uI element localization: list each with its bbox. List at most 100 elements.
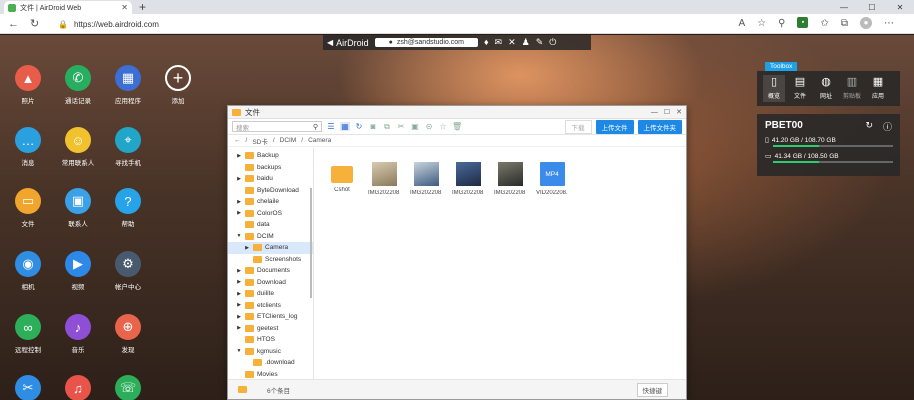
app-8[interactable]: ▭ 文件 bbox=[3, 188, 53, 228]
app-7[interactable]: ⌖ 寻找手机 bbox=[103, 127, 153, 167]
read-aloud-icon[interactable]: A bbox=[739, 17, 746, 31]
mail-icon[interactable]: ✉ bbox=[495, 37, 503, 48]
app-13[interactable]: ⚙ 帐户中心 bbox=[103, 251, 153, 291]
minimize-button[interactable]: — bbox=[830, 0, 858, 14]
tree-expand-icon[interactable]: ▶ bbox=[236, 176, 242, 182]
file-item[interactable]: IMG202208... bbox=[452, 162, 484, 367]
toolbox-item-5[interactable]: ▦ 应用 bbox=[867, 75, 889, 102]
tools-icon[interactable]: ✕ bbox=[508, 37, 516, 48]
rename-icon[interactable]: ⊝ bbox=[424, 122, 434, 131]
file-item[interactable]: IMG202208... bbox=[368, 162, 400, 367]
address-bar[interactable]: 🔒 https://web.airdroid.com bbox=[58, 17, 718, 31]
breadcrumb-item[interactable]: Camera bbox=[308, 137, 331, 144]
tree-expand-icon[interactable]: ▶ bbox=[236, 268, 242, 274]
extension-icon[interactable]: ⚲ bbox=[778, 17, 785, 31]
tree-expand-icon[interactable]: ▶ bbox=[236, 325, 242, 331]
favorite-icon[interactable]: ☆ bbox=[438, 122, 448, 131]
notification-bell-icon[interactable]: ♟ bbox=[522, 37, 530, 48]
toolbox-item-3[interactable]: ◍ 网址 bbox=[815, 75, 837, 102]
shirt-icon[interactable]: ♦ bbox=[484, 37, 489, 48]
tree-item[interactable]: HTOS bbox=[228, 334, 313, 346]
copy-icon[interactable]: ⧉ bbox=[382, 122, 392, 132]
tree-item[interactable]: ▶ ColorOS bbox=[228, 208, 313, 220]
close-window-icon[interactable]: ✕ bbox=[676, 108, 682, 116]
toolbox-item-4[interactable]: ▥ 剪贴板 bbox=[841, 75, 863, 102]
file-search-input[interactable]: 搜索 ⚲ bbox=[232, 121, 322, 132]
upload-folder-button[interactable]: 上传文件夹 bbox=[637, 119, 682, 134]
cut-icon[interactable]: ✂ bbox=[396, 122, 406, 131]
app-12[interactable]: ▶ 视频 bbox=[53, 251, 103, 291]
maximize-window-icon[interactable]: ☐ bbox=[664, 108, 670, 116]
file-item[interactable]: IMG202208... bbox=[410, 162, 442, 367]
tree-scrollbar[interactable] bbox=[310, 188, 312, 298]
tree-expand-icon[interactable]: ▶ bbox=[236, 314, 242, 320]
tree-item[interactable]: ▶ baidu bbox=[228, 173, 313, 185]
browser-tab[interactable]: 文件 | AirDroid Web ✕ bbox=[4, 1, 132, 14]
airdroid-extension-icon[interactable]: ▪ bbox=[797, 17, 809, 28]
grid-view-icon[interactable]: ▦ bbox=[340, 122, 350, 131]
tree-item[interactable]: ▶ duilite bbox=[228, 288, 313, 300]
app-3[interactable]: ▦ 应用程序 bbox=[103, 65, 153, 105]
tree-item[interactable]: ▶ geetest bbox=[228, 323, 313, 335]
camera-icon[interactable]: ◙ bbox=[368, 122, 378, 131]
tree-expand-icon[interactable]: ▶ bbox=[236, 279, 242, 285]
breadcrumb-item[interactable]: DCIM bbox=[280, 137, 297, 144]
tree-expand-icon[interactable]: ▶ bbox=[236, 302, 242, 308]
app-19[interactable]: ☏ bbox=[103, 375, 153, 400]
app-11[interactable]: ◉ 相机 bbox=[3, 251, 53, 291]
tab-close-icon[interactable]: ✕ bbox=[121, 3, 128, 12]
tree-expand-icon[interactable]: ▼ bbox=[236, 233, 242, 239]
tree-item[interactable]: ▶ chelaile bbox=[228, 196, 313, 208]
app-15[interactable]: ♪ 音乐 bbox=[53, 314, 103, 354]
favorite-star-icon[interactable]: ☆ bbox=[757, 17, 766, 31]
back-icon[interactable]: ← bbox=[8, 17, 19, 31]
tree-expand-icon[interactable]: ▶ bbox=[236, 199, 242, 205]
new-tab-button[interactable]: + bbox=[139, 0, 146, 14]
collections-icon[interactable]: ⧉ bbox=[841, 17, 848, 31]
reload-icon[interactable]: ↻ bbox=[30, 17, 39, 31]
tree-item[interactable]: .download bbox=[228, 357, 313, 369]
favorites-icon[interactable]: ✩ bbox=[820, 17, 828, 31]
toolbox-item-1[interactable]: ▯ 概览 bbox=[763, 75, 785, 102]
tree-item[interactable]: ▼ kgmusic bbox=[228, 346, 313, 358]
download-button[interactable]: 下载 bbox=[564, 119, 592, 134]
paste-icon[interactable]: ▣ bbox=[410, 122, 420, 131]
app-6[interactable]: ☺ 常用联系人 bbox=[53, 127, 103, 167]
app-16[interactable]: ⊕ 发现 bbox=[103, 314, 153, 354]
window-titlebar[interactable]: 文件 — ☐ ✕ bbox=[228, 106, 686, 119]
delete-icon[interactable]: 🗑 bbox=[452, 122, 462, 131]
app-1[interactable]: ▲ 照片 bbox=[3, 65, 53, 105]
file-item[interactable]: MP4 VID202208... bbox=[536, 162, 568, 367]
shortcut-button[interactable]: 快捷键 bbox=[636, 382, 668, 397]
app-18[interactable]: ♫ bbox=[53, 375, 103, 400]
toolbox-item-2[interactable]: ▤ 文件 bbox=[789, 75, 811, 102]
profile-avatar[interactable]: ● bbox=[860, 17, 872, 29]
tree-item[interactable]: ▶ etclients bbox=[228, 300, 313, 312]
tree-item[interactable]: data bbox=[228, 219, 313, 231]
tree-expand-icon[interactable]: ▶ bbox=[236, 153, 242, 159]
tree-item[interactable]: Screenshots bbox=[228, 254, 313, 266]
app-5[interactable]: … 消息 bbox=[3, 127, 53, 167]
breadcrumb-item[interactable]: SD卡 bbox=[252, 136, 268, 146]
file-item[interactable]: Cshot bbox=[326, 162, 358, 367]
minimize-window-icon[interactable]: — bbox=[651, 109, 658, 116]
close-window-button[interactable]: ✕ bbox=[886, 0, 914, 14]
tree-item[interactable]: ▼ DCIM bbox=[228, 231, 313, 243]
edit-icon[interactable]: ✎ bbox=[536, 37, 544, 48]
search-icon[interactable]: ⚲ bbox=[313, 123, 318, 131]
tree-item[interactable]: ▶ Documents bbox=[228, 265, 313, 277]
info-icon[interactable]: ⓘ bbox=[883, 120, 892, 133]
tree-item[interactable]: ▶ Camera bbox=[228, 242, 313, 254]
app-14[interactable]: ∞ 远程控制 bbox=[3, 314, 53, 354]
more-menu-icon[interactable]: ⋯ bbox=[884, 17, 894, 31]
list-view-icon[interactable]: ☰ bbox=[326, 122, 336, 131]
tree-item[interactable]: backups bbox=[228, 162, 313, 174]
tree-expand-icon[interactable]: ▶ bbox=[236, 210, 242, 216]
tree-item[interactable]: ByteDownload bbox=[228, 185, 313, 197]
app-2[interactable]: ✆ 通话记录 bbox=[53, 65, 103, 105]
tree-expand-icon[interactable]: ▶ bbox=[236, 291, 242, 297]
account-email-pill[interactable]: ● zsh@sandstudio.com bbox=[374, 38, 478, 47]
tree-item[interactable]: ▶ Backup bbox=[228, 150, 313, 162]
app-17[interactable]: ✂ bbox=[3, 375, 53, 400]
refresh-icon[interactable]: ↻ bbox=[865, 120, 873, 133]
